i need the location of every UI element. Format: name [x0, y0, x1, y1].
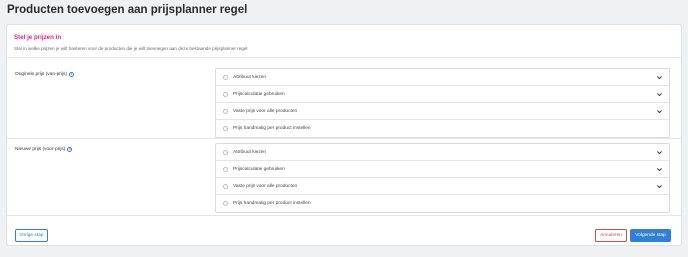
original-price-option-manual[interactable]: Prijs handmatig per product instellen — [216, 120, 669, 137]
new-price-label: Nieuwe prijs (voor-prijs) — [15, 147, 66, 152]
original-price-option-attribute[interactable]: Attribuut kiezen — [216, 69, 669, 86]
info-icon[interactable]: i — [67, 147, 73, 152]
option-label: Prijs handmatig per product instellen — [233, 126, 311, 131]
new-price-option-manual[interactable]: Prijs handmatig per product instellen — [216, 195, 669, 212]
radio-button[interactable] — [223, 126, 228, 131]
previous-step-button[interactable]: Vorige stap — [15, 229, 48, 242]
option-label: Attribuut kiezen — [233, 74, 267, 80]
option-label: Prijscalculatie gebruiken — [233, 91, 285, 97]
option-label: Prijs handmatig per product instellen — [233, 201, 311, 206]
original-price-option-calculation[interactable]: Prijscalculatie gebruiken — [216, 86, 669, 103]
chevron-down-icon[interactable] — [656, 74, 663, 81]
page-title: Producten toevoegen aan prijsplanner reg… — [7, 4, 248, 16]
divider — [7, 138, 681, 139]
original-price-label-group: Originele prijs (van-prijs) i — [15, 72, 74, 77]
section-description: Stel in welke prijzen je wilt hanteren v… — [14, 46, 248, 51]
cancel-button[interactable]: Annuleren — [595, 229, 627, 242]
option-label: Prijscalculatie gebruiken — [233, 166, 285, 172]
next-step-button[interactable]: Volgende stap — [630, 229, 671, 242]
new-price-option-fixed[interactable]: Vaste prijs voor alle producten — [216, 178, 669, 195]
radio-button[interactable] — [223, 166, 228, 172]
info-icon[interactable]: i — [68, 72, 74, 77]
option-label: Vaste prijs voor alle producten — [233, 183, 298, 189]
new-price-option-attribute[interactable]: Attribuut kiezen — [216, 144, 669, 161]
new-price-label-group: Nieuwe prijs (voor-prijs) i — [15, 147, 73, 152]
radio-button[interactable] — [223, 108, 228, 114]
radio-button[interactable] — [223, 149, 228, 155]
divider — [7, 57, 681, 58]
radio-button[interactable] — [223, 91, 228, 97]
radio-button[interactable] — [223, 183, 228, 189]
option-label: Attribuut kiezen — [233, 149, 267, 155]
chevron-down-icon[interactable] — [656, 91, 663, 98]
new-price-option-calculation[interactable]: Prijscalculatie gebruiken — [216, 161, 669, 178]
new-price-options: Attribuut kiezen Prijscalculatie gebruik… — [215, 143, 670, 213]
original-price-option-fixed[interactable]: Vaste prijs voor alle producten — [216, 103, 669, 120]
radio-button[interactable] — [223, 201, 228, 206]
option-label: Vaste prijs voor alle producten — [233, 108, 298, 114]
chevron-down-icon[interactable] — [656, 149, 663, 156]
chevron-down-icon[interactable] — [656, 183, 663, 190]
chevron-down-icon[interactable] — [656, 108, 663, 115]
original-price-options: Attribuut kiezen Prijscalculatie gebruik… — [215, 68, 670, 138]
divider — [7, 215, 681, 216]
price-settings-card: Stel je prijzen in Stel in welke prijzen… — [6, 24, 682, 246]
original-price-label: Originele prijs (van-prijs) — [15, 72, 67, 77]
radio-button[interactable] — [223, 74, 228, 80]
chevron-down-icon[interactable] — [656, 166, 663, 173]
section-title: Stel je prijzen in — [14, 34, 62, 41]
